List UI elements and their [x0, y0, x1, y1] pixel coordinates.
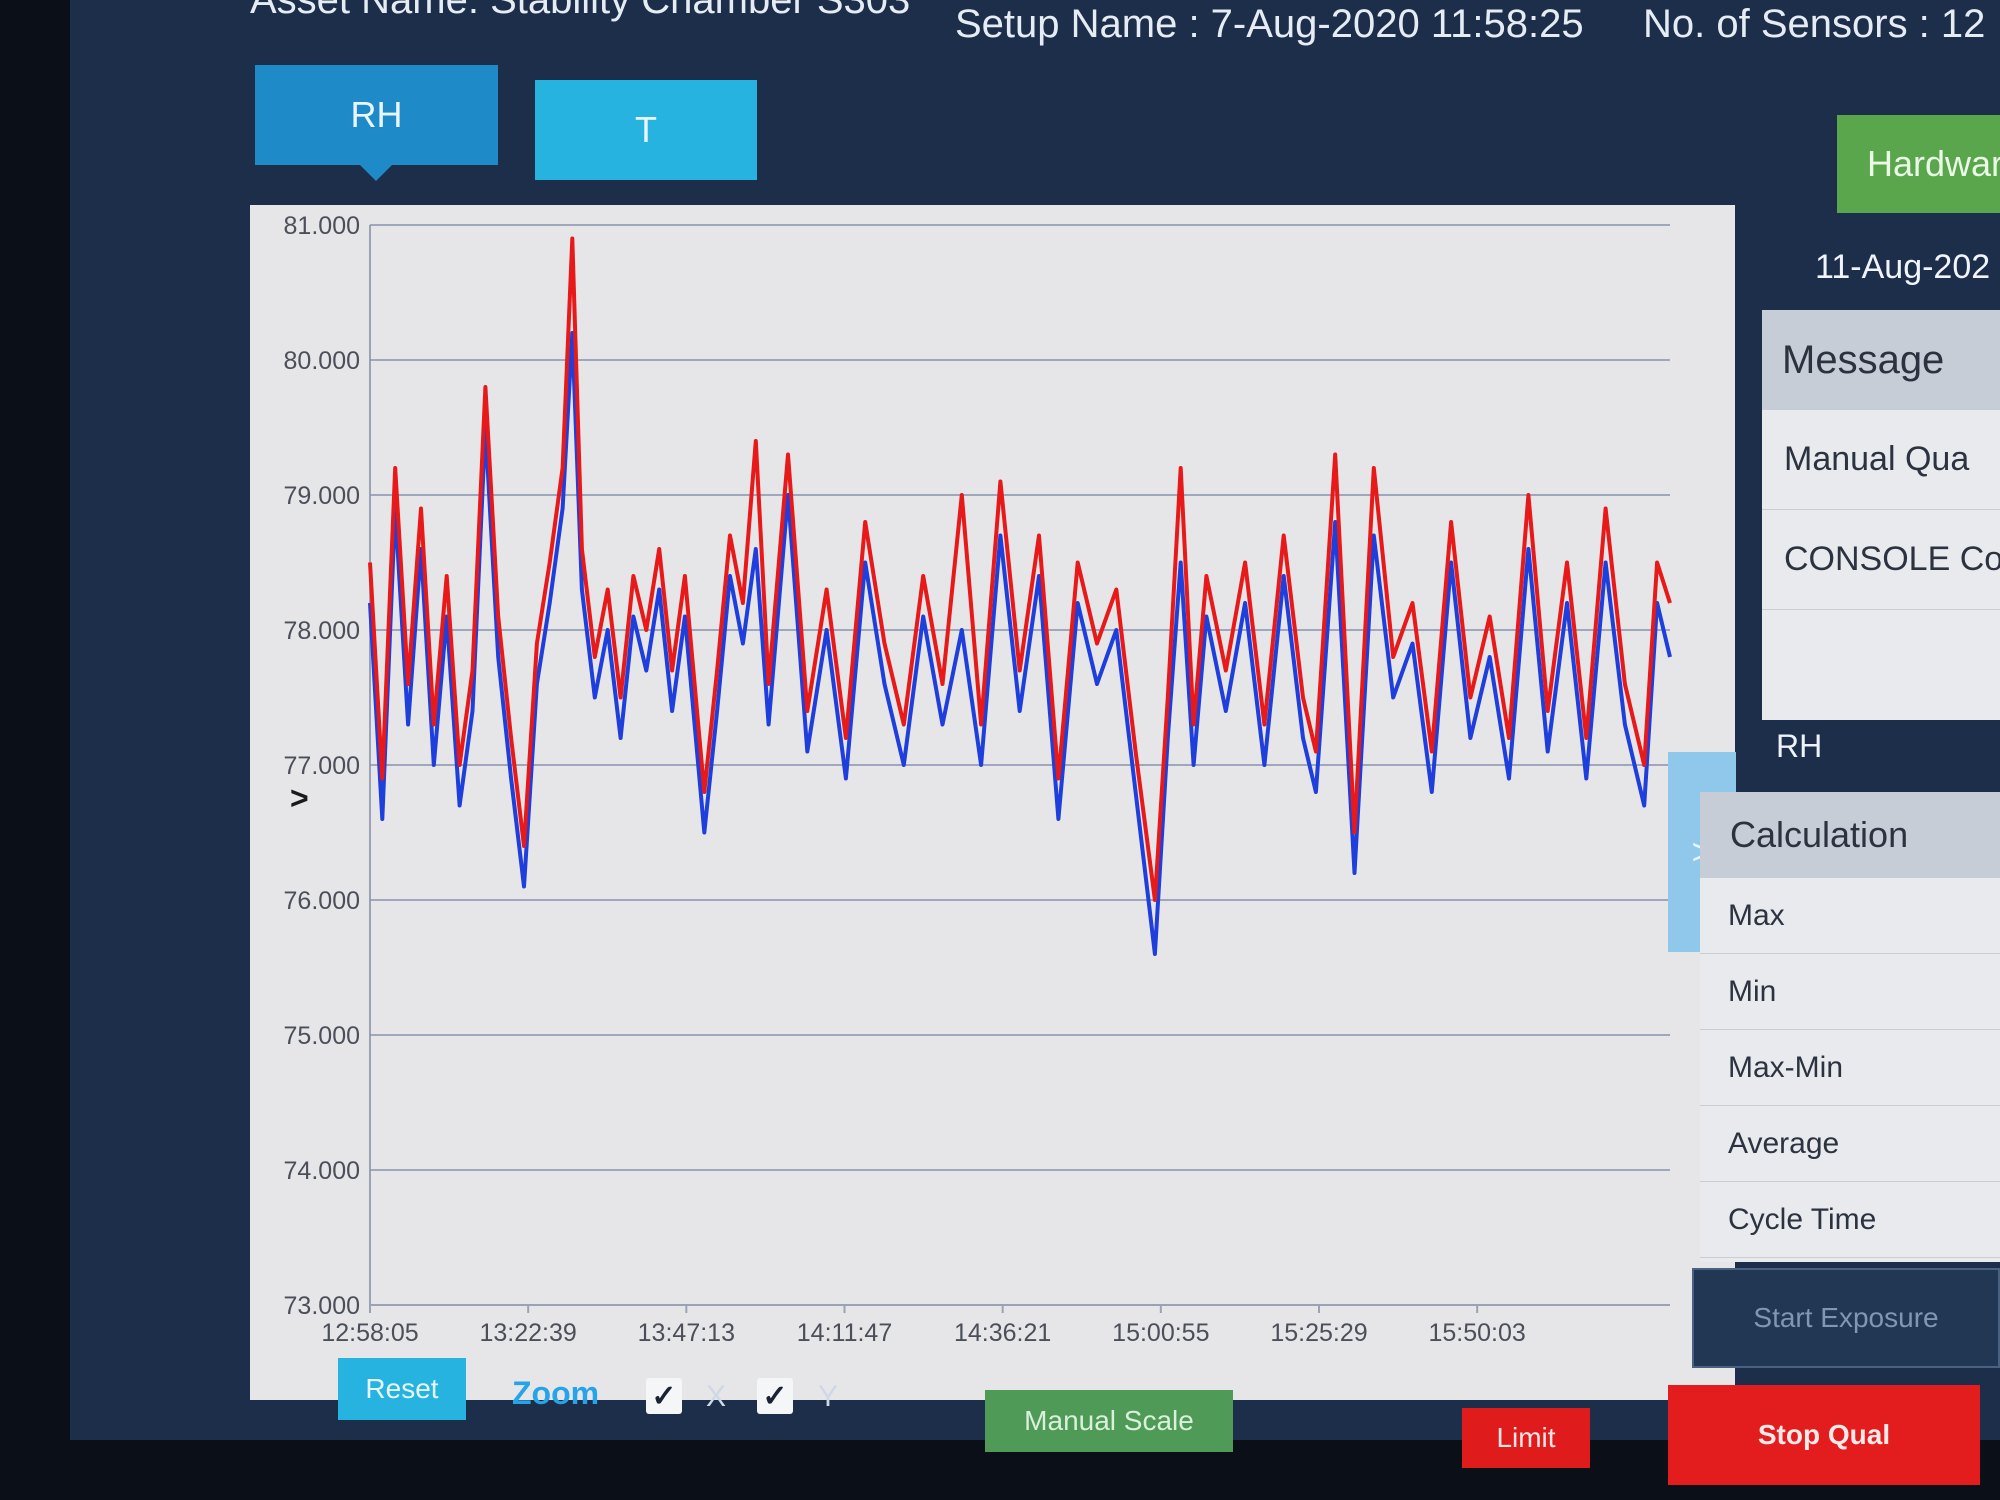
calc-row-cycle-time: Cycle Time [1700, 1182, 2000, 1258]
y-tick-label: 76.000 [284, 887, 360, 915]
monitor-bezel-left [0, 0, 70, 1500]
rh-chart[interactable]: 81.000 80.000 79.000 78.000 77.000 76.000 75.0… [250, 205, 1735, 1400]
calc-row-max: Max [1700, 878, 2000, 954]
manual-scale-button[interactable]: Manual Scale [985, 1390, 1233, 1452]
start-exposure-button[interactable]: Start Exposure [1692, 1268, 2000, 1368]
series-line-2 [368, 236, 1672, 902]
y-tick-label: 80.000 [284, 347, 360, 375]
chart-area[interactable]: 81.000 80.000 79.000 78.000 77.000 76.000 75.0… [250, 205, 1735, 1400]
setup-name: Setup Name : 7-Aug-2020 11:58:25 [955, 2, 1584, 46]
x-tick-label: 15:00:55 [1112, 1319, 1209, 1347]
zoom-x-label: X [706, 1380, 727, 1413]
stop-qual-button[interactable]: Stop Qual [1668, 1385, 1980, 1485]
message-row[interactable]: CONSOLE Co [1762, 510, 2000, 610]
side-date: 11-Aug-202 [1815, 248, 1991, 286]
x-tick-label: 14:36:21 [954, 1319, 1051, 1347]
asset-name: Asset Name: Stability Chamber S303 [250, 0, 911, 22]
y-tick-label: 73.000 [284, 1292, 360, 1320]
limit-button[interactable]: Limit [1462, 1408, 1590, 1468]
header-bar: Asset Name: Stability Chamber S303 Setup… [250, 0, 2000, 50]
x-tick-label: 12:58:05 [321, 1319, 418, 1347]
y-tick-label: 79.000 [284, 482, 360, 510]
x-tick-label: 15:25:29 [1270, 1319, 1367, 1347]
calculation-panel: Calculation Max Min Max-Min Average Cycl… [1700, 792, 2000, 1262]
hardware-button[interactable]: Hardwar [1837, 115, 2000, 213]
collapse-arrow-icon[interactable]: > [290, 780, 309, 817]
y-tick-label: 74.000 [284, 1157, 360, 1185]
sensor-count: No. of Sensors : 12 [1643, 2, 1986, 46]
message-header: Message [1762, 310, 2000, 410]
check-icon: ✓ [651, 1379, 677, 1413]
tab-t[interactable]: T [535, 80, 757, 180]
zoom-y-label: Y [818, 1380, 839, 1413]
reset-button[interactable]: Reset [338, 1358, 466, 1420]
calc-row-max-min: Max-Min [1700, 1030, 2000, 1106]
zoom-label: Zoom [512, 1375, 600, 1411]
tab-rh[interactable]: RH [255, 65, 498, 181]
x-tick-label: 15:50:03 [1429, 1319, 1526, 1347]
zoom-y-checkbox[interactable]: ✓ [757, 1378, 793, 1414]
calc-row-average: Average [1700, 1106, 2000, 1182]
y-tick-label: 75.000 [284, 1022, 360, 1050]
calc-row-min: Min [1700, 954, 2000, 1030]
calculation-header: Calculation [1700, 792, 2000, 878]
check-icon: ✓ [762, 1379, 788, 1413]
y-tick-label: 77.000 [284, 752, 360, 780]
rh-section-label: RH [1776, 728, 1823, 764]
zoom-x-checkbox[interactable]: ✓ [646, 1378, 682, 1414]
x-tick-label: 14:11:47 [797, 1319, 892, 1347]
y-tick-label: 78.000 [284, 617, 360, 645]
message-panel: Message Manual Qua CONSOLE Co [1762, 310, 2000, 720]
x-tick-label: 13:47:13 [638, 1319, 735, 1347]
tab-t-label: T [635, 109, 657, 150]
x-tick-label: 13:22:39 [480, 1319, 577, 1347]
y-tick-label: 81.000 [284, 212, 360, 240]
tab-rh-label: RH [350, 94, 403, 135]
message-row[interactable]: Manual Qua [1762, 410, 2000, 510]
